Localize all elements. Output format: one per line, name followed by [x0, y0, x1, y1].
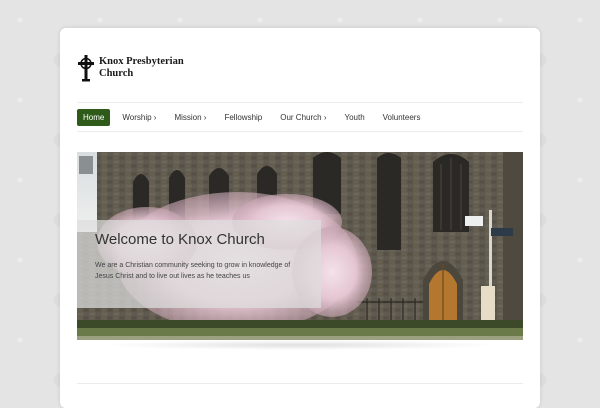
site-name-line1: Knox Presbyterian [99, 56, 184, 67]
celtic-cross-icon [78, 55, 94, 82]
nav-item-youth[interactable]: Youth [338, 109, 370, 126]
site-name-line2: Church [99, 68, 134, 79]
hero-title: Welcome to Knox Church [95, 231, 265, 248]
hero-text: We are a Christian community seeking to … [95, 262, 291, 280]
hero-banner: Welcome to Knox Church We are a Christia… [77, 152, 523, 340]
nav-item-home[interactable]: Home [77, 108, 111, 126]
nav-item-our-church[interactable]: Our Church › [274, 109, 332, 126]
nav-item-worship[interactable]: Worship › [116, 109, 162, 126]
hero-caption: Welcome to Knox Church We are a Christia… [77, 220, 321, 308]
main-nav: Home Worship › Mission › Fellowship Our … [77, 102, 523, 132]
nav-item-fellowship[interactable]: Fellowship [218, 109, 268, 126]
nav-item-mission[interactable]: Mission › [168, 109, 212, 126]
site-name: Knox Presbyterian Church [99, 56, 194, 80]
content-card: Knox Presbyterian Church Home Worship › … [60, 28, 540, 408]
hero-shadow [100, 340, 500, 350]
nav-item-volunteers[interactable]: Volunteers [377, 109, 427, 126]
section-divider [77, 383, 523, 384]
site-logo[interactable]: Knox Presbyterian Church [77, 54, 194, 82]
